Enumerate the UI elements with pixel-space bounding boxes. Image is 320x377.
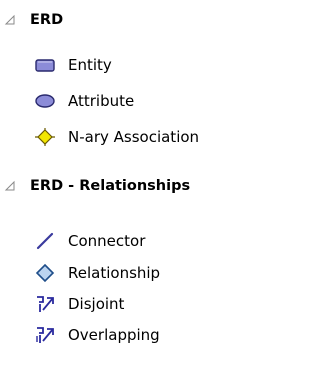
tool-item-attribute[interactable]: Attribute bbox=[34, 88, 134, 114]
connector-icon bbox=[34, 231, 56, 251]
relationship-icon bbox=[34, 263, 56, 283]
tool-item-label: Entity bbox=[68, 56, 112, 74]
tool-item-label: Relationship bbox=[68, 264, 161, 282]
tool-item-overlapping[interactable]: Overlapping bbox=[34, 322, 160, 348]
collapse-triangle-icon[interactable] bbox=[4, 14, 16, 26]
toolbox-panel: ERD Entity Attribute N-ary Association E… bbox=[0, 0, 264, 377]
group-header-erd-relationships[interactable]: ERD - Relationships bbox=[4, 174, 190, 198]
group-header-erd[interactable]: ERD bbox=[4, 8, 63, 32]
nary-association-icon bbox=[34, 127, 56, 147]
tool-item-disjoint[interactable]: Disjoint bbox=[34, 291, 124, 317]
group-title: ERD - Relationships bbox=[30, 178, 191, 194]
tool-item-entity[interactable]: Entity bbox=[34, 52, 112, 78]
overlapping-icon bbox=[34, 325, 56, 345]
attribute-icon bbox=[34, 91, 56, 111]
tool-item-nary-association[interactable]: N-ary Association bbox=[34, 124, 199, 150]
tool-item-label: Overlapping bbox=[68, 326, 160, 344]
tool-item-label: Disjoint bbox=[68, 295, 125, 313]
entity-icon bbox=[34, 55, 56, 75]
disjoint-icon bbox=[34, 294, 56, 314]
tool-item-label: N-ary Association bbox=[68, 128, 200, 146]
tool-item-label: Attribute bbox=[68, 92, 135, 110]
tool-item-label: Connector bbox=[68, 232, 146, 250]
tool-item-connector[interactable]: Connector bbox=[34, 228, 145, 254]
group-title: ERD bbox=[30, 12, 64, 28]
collapse-triangle-icon[interactable] bbox=[4, 180, 16, 192]
tool-item-relationship[interactable]: Relationship bbox=[34, 260, 160, 286]
